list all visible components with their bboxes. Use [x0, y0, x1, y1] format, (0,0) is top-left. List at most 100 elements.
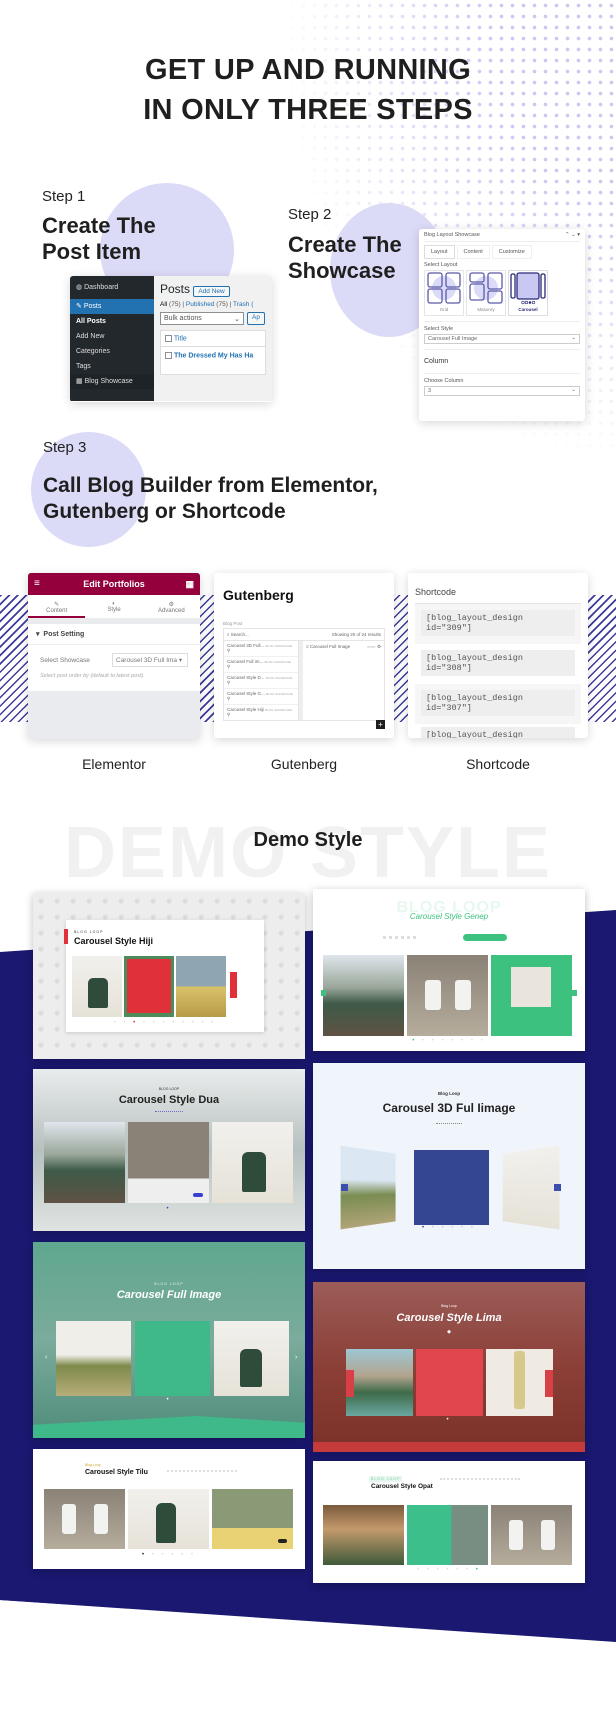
shortcode-caption: Shortcode	[466, 756, 530, 772]
select-showcase-dropdown[interactable]: Carousel 3D Full Ima ▾	[112, 653, 188, 667]
pagination-dots[interactable]: • • • • • •	[33, 1552, 305, 1558]
layout-option-masonry[interactable]: Masonry	[466, 270, 506, 316]
demo-card-tilu[interactable]: Blog Loop Carousel Style Tilu • • • • • …	[33, 1449, 305, 1569]
add-new-button[interactable]: Add New	[193, 286, 230, 297]
pagination-dots[interactable]: •	[313, 1417, 585, 1423]
step3-title-line1: Call Blog Builder from Elementor,	[43, 474, 378, 497]
tab-layout[interactable]: Layout	[424, 245, 455, 259]
filter-published[interactable]: Published	[186, 301, 215, 308]
next-arrow[interactable]	[545, 1370, 553, 1397]
tab-style[interactable]: ◐ Style	[85, 595, 142, 618]
lake-photo	[346, 1349, 413, 1416]
post-card	[128, 1122, 209, 1203]
excerpt-lines	[167, 1470, 237, 1472]
gear-icon[interactable]: ⚙	[377, 644, 381, 649]
pagination-dots[interactable]: • • • • • •	[313, 1225, 585, 1231]
landscape-photo	[56, 1321, 131, 1396]
list-item[interactable]: Carousel Style D... BLOG SHOWCASE ⚲	[224, 673, 298, 689]
shortcode-text[interactable]: [blog_layout_design id="308"]	[421, 650, 575, 676]
pagination-dots[interactable]: • • • • • • •	[313, 1567, 585, 1573]
step3-title-line2: Gutenberg or Shortcode	[43, 500, 286, 523]
bulk-actions-select[interactable]: Bulk actions ⌄	[160, 312, 244, 325]
mountain-photo	[323, 955, 404, 1036]
table-header: Title	[160, 330, 266, 348]
demo-card-genep[interactable]: BLOG LOOP Carousel Style Genep • • • • •…	[313, 889, 585, 1051]
tab-advanced[interactable]: ⚙ Advanced	[143, 595, 200, 618]
shortcode-text[interactable]: [blog_layout_design id="306"]	[421, 727, 575, 738]
layout-option-grid[interactable]: Grid	[424, 270, 464, 316]
cta-button[interactable]	[463, 934, 507, 941]
shortcode-row: [blog_layout_design id="309"]	[415, 604, 581, 644]
sidebar-item-tags[interactable]: Tags	[70, 359, 154, 374]
sidebar-item-all-posts[interactable]: All Posts	[70, 314, 154, 329]
sidebar-item-categories[interactable]: Categories	[70, 344, 154, 359]
list-item[interactable]: Carousel 3D Full... BLOG SHOWCASE ⚲	[224, 641, 298, 657]
list-item[interactable]: Carousel Style G... BLOG SHOWCASE ⚲	[224, 689, 298, 705]
filter-all[interactable]: All	[160, 301, 167, 308]
pagination-dots[interactable]: • • • • • • • • • • •	[66, 1020, 264, 1026]
sidebar-item-dashboard[interactable]: ◍ Dashboard	[70, 280, 154, 295]
grid-icon: ▦	[76, 378, 85, 385]
search-input[interactable]: ⌕ Search...	[227, 632, 249, 637]
step1-title-line1: Create The	[42, 213, 156, 238]
link-icon: ⚲	[227, 680, 231, 685]
sidebar-item-posts[interactable]: ✎ Posts	[70, 299, 154, 314]
row-checkbox[interactable]	[165, 352, 172, 360]
demo-card-3d[interactable]: Blog Loop Carousel 3D Ful Iimage • • • •…	[313, 1063, 585, 1269]
post-title-link[interactable]: The Dressed My Has Ha	[174, 353, 253, 360]
demo-card-lima[interactable]: Blog Loop Carousel Style Lima ◆ •	[313, 1282, 585, 1452]
pagination-dots[interactable]: •	[33, 1397, 305, 1403]
filter-trash[interactable]: Trash (	[233, 301, 253, 308]
hamburger-icon[interactable]: ≡	[34, 573, 40, 595]
elementor-header: ≡ Edit Portfolios ▦	[28, 573, 200, 595]
apps-grid-icon[interactable]: ▦	[185, 573, 194, 595]
next-arrow[interactable]: ›	[295, 1354, 297, 1361]
post-setting-section[interactable]: ▾ Post Setting	[28, 624, 200, 645]
next-arrow[interactable]	[554, 1184, 561, 1191]
demo-card-hiji[interactable]: BLOG LOOP Carousel Style Hiji • • • • • …	[33, 893, 305, 1059]
woman-photo	[323, 1505, 404, 1565]
demo-card-dua[interactable]: BLOG LOOP Carousel Style Dua •	[33, 1069, 305, 1231]
diamond-divider: ◆	[447, 1329, 451, 1335]
pagination-dots[interactable]: •	[33, 1206, 305, 1212]
demo-card-full-image[interactable]: BLOG LOOP Carousel Full Image ‹ › •	[33, 1242, 305, 1438]
gear-icon: ⚙	[168, 602, 175, 608]
shortcode-text[interactable]: [blog_layout_design id="307"]	[421, 690, 575, 716]
tab-content[interactable]: Content	[456, 245, 490, 259]
layout-option-carousel[interactable]: Carousel	[508, 270, 548, 316]
prev-arrow[interactable]	[346, 1370, 354, 1397]
prev-arrow[interactable]: ‹	[45, 1354, 47, 1361]
demo-card-opat[interactable]: BLOG LOOP Carousel Style Opat • • • • • …	[313, 1461, 585, 1583]
column-title[interactable]: Title	[174, 335, 187, 342]
list-item[interactable]: Carousel Style Hiji BLOG SHOWCASE ⚲	[224, 705, 298, 720]
pencil-icon: ✎	[54, 602, 60, 608]
title-divider	[155, 1111, 183, 1112]
apply-button[interactable]: Ap	[247, 312, 265, 325]
panel-controls[interactable]: ⌃ ⌄ ▾	[565, 232, 580, 238]
sidebar-item-blog-showcase[interactable]: ▦ Blog Showcase	[70, 374, 154, 389]
shortcode-text[interactable]: [blog_layout_design id="309"]	[421, 610, 575, 636]
prev-arrow[interactable]	[321, 990, 326, 996]
selected-item[interactable]: ≡ Carousel Full Image POST ⚙	[303, 641, 384, 720]
masonry-layout-icon	[469, 272, 503, 304]
add-block-button[interactable]: +	[376, 720, 385, 729]
next-arrow[interactable]	[572, 990, 577, 996]
shortcode-title: Shortcode	[415, 587, 581, 604]
next-arrow[interactable]	[230, 972, 237, 998]
choose-column-dropdown[interactable]: 3	[424, 386, 580, 396]
select-layout-label: Select Layout	[424, 262, 458, 268]
post-card	[414, 1150, 489, 1225]
prev-arrow[interactable]	[341, 1184, 348, 1191]
step3-label: Step 3	[43, 439, 87, 456]
tab-customize[interactable]: Customize	[491, 245, 532, 259]
headline-line-2: IN ONLY THREE STEPS	[143, 94, 473, 126]
list-item[interactable]: Carousel Full im... BLOG SHOWCASE ⚲	[224, 657, 298, 673]
pagination-dots[interactable]: • • • • • • • •	[313, 1038, 585, 1044]
backpack-photo	[212, 1122, 293, 1203]
wave-decor	[313, 1442, 585, 1452]
wine-photo	[486, 1349, 553, 1416]
sidebar-item-add-new[interactable]: Add New	[70, 329, 154, 344]
select-all-checkbox[interactable]	[165, 335, 172, 342]
tab-content[interactable]: ✎ Content	[28, 595, 86, 618]
select-style-dropdown[interactable]: Carousel Full Image	[424, 334, 580, 344]
